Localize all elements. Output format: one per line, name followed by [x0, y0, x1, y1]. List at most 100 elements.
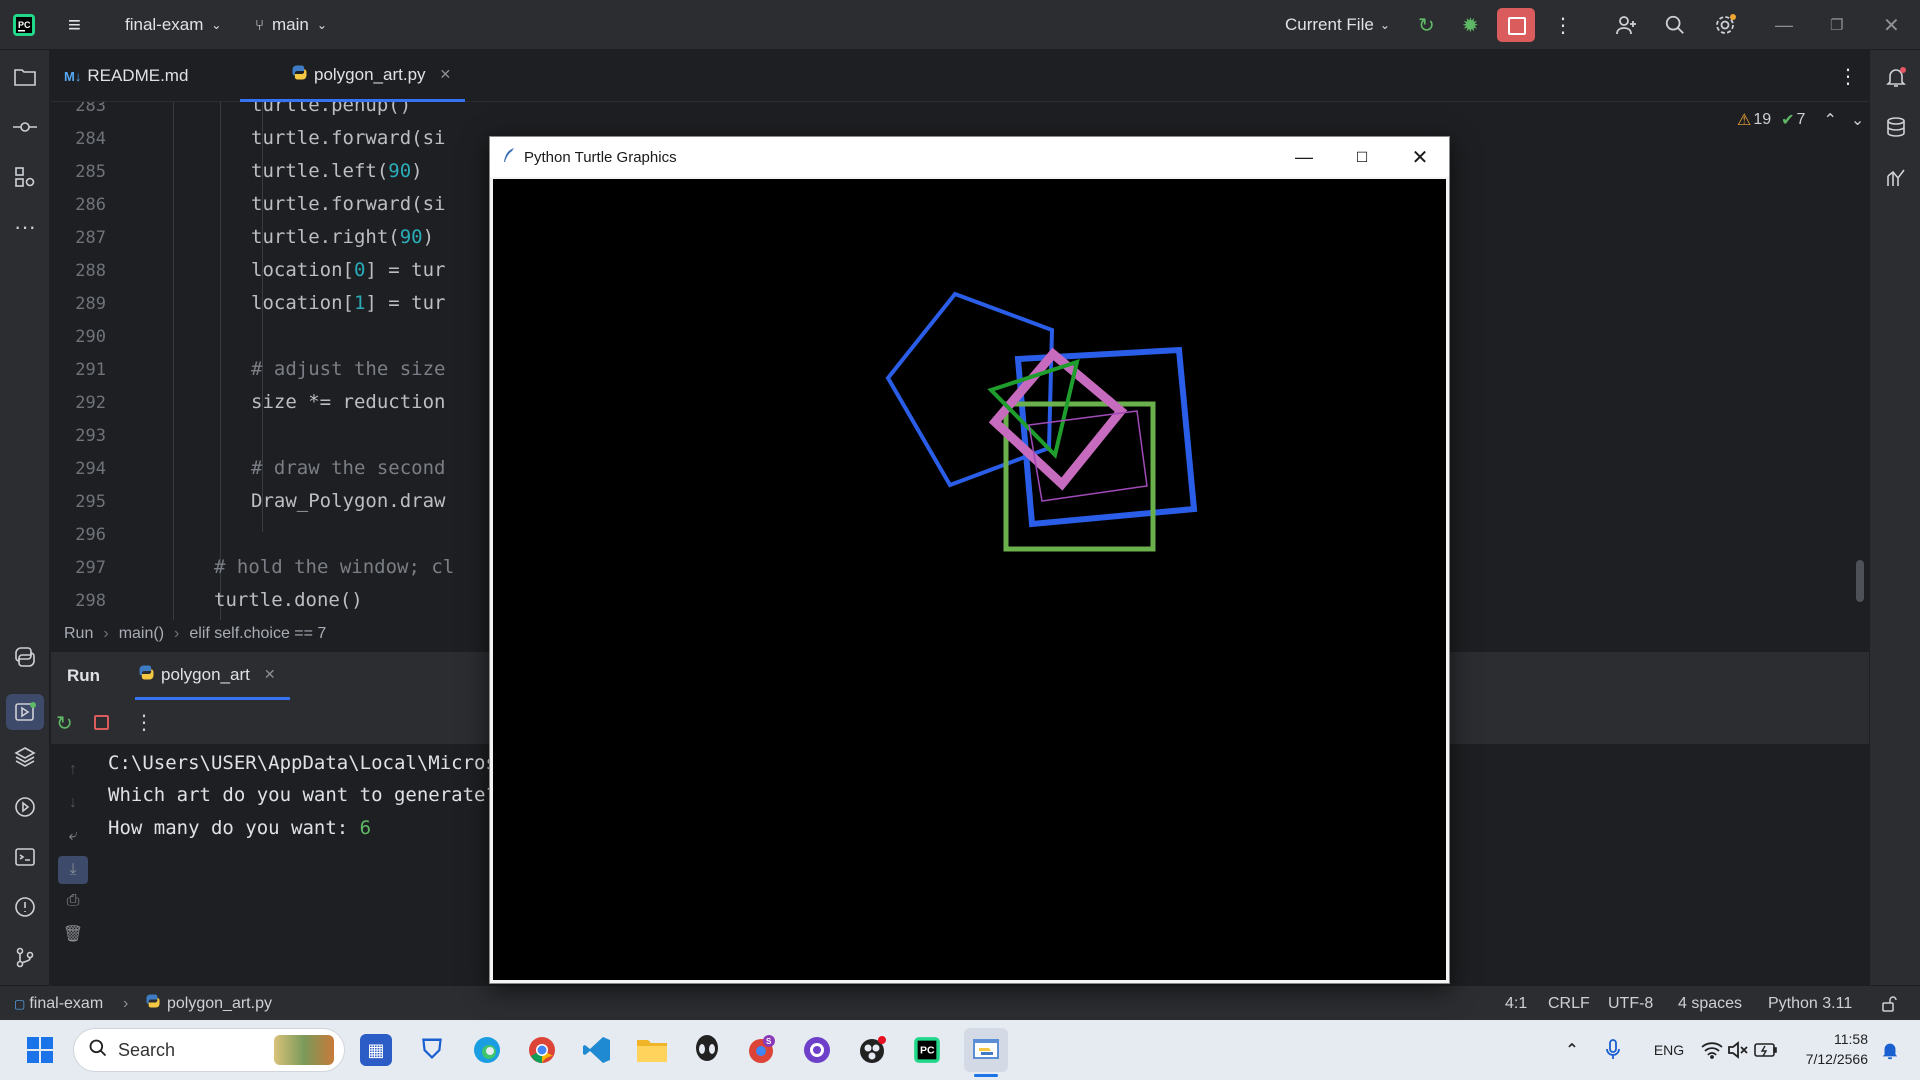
chrome-icon[interactable] — [526, 1034, 558, 1066]
chevron-down-icon[interactable]: ⌄ — [1851, 110, 1864, 130]
line-number[interactable]: 288 — [51, 261, 106, 281]
line-number[interactable]: 286 — [51, 195, 106, 215]
terminal-icon[interactable] — [13, 845, 37, 869]
branch-selector[interactable]: ⑂ main ⌄ — [255, 0, 327, 50]
rerun-icon[interactable]: ↻ — [1418, 0, 1435, 50]
minimize-icon[interactable]: — — [1275, 137, 1333, 177]
structure-icon[interactable] — [13, 165, 37, 189]
pycharm-taskbar-icon[interactable]: PC — [911, 1034, 943, 1066]
line-separator[interactable]: CRLF — [1548, 986, 1590, 1021]
trash-icon[interactable]: 🗑 — [62, 923, 84, 945]
project-folder-icon[interactable] — [13, 65, 37, 89]
close-icon[interactable]: ✕ — [1883, 0, 1900, 50]
sciview-icon[interactable] — [1884, 165, 1908, 189]
project-selector[interactable]: final-exam ⌄ — [125, 0, 221, 50]
add-user-icon[interactable] — [1614, 0, 1638, 50]
breadcrumb-item[interactable]: main() — [119, 625, 164, 643]
soft-wrap-icon[interactable]: ⤶ — [62, 825, 84, 847]
git-icon[interactable] — [13, 945, 37, 969]
main-menu-icon[interactable]: ≡ — [68, 0, 81, 50]
line-number[interactable]: 293 — [51, 426, 106, 446]
stop-icon[interactable] — [94, 715, 109, 730]
tab-readme[interactable]: M↓ README.md — [64, 50, 188, 102]
scroll-to-end-icon[interactable]: ⤓ — [58, 856, 88, 884]
python-turtle-taskbar-icon[interactable] — [964, 1028, 1008, 1072]
pycharm-logo-icon[interactable]: PC — [12, 0, 36, 50]
commit-icon[interactable] — [13, 115, 37, 139]
line-number[interactable]: 297 — [51, 558, 106, 578]
chevron-up-icon[interactable]: ⌃ — [1823, 110, 1836, 130]
more-tools-icon[interactable]: ··· — [13, 214, 37, 239]
line-number[interactable]: 283 — [51, 102, 106, 116]
arrow-down-icon[interactable]: ↓ — [62, 792, 84, 814]
line-number[interactable]: 295 — [51, 492, 106, 512]
maximize-icon[interactable]: ☐ — [1333, 137, 1391, 177]
tab-options-icon[interactable]: ⋮ — [1838, 50, 1858, 102]
line-number[interactable]: 290 — [51, 327, 106, 347]
line-number[interactable]: 291 — [51, 360, 106, 380]
indent-setting[interactable]: 4 spaces — [1678, 986, 1742, 1021]
line-number[interactable]: 287 — [51, 228, 106, 248]
turtle-graphics-window[interactable]: Python Turtle Graphics — ☐ ✕ — [489, 136, 1450, 984]
more-actions-icon[interactable]: ⋮ — [1553, 0, 1573, 50]
settings-gear-icon[interactable] — [1713, 0, 1737, 50]
caret-position[interactable]: 4:1 — [1505, 986, 1527, 1021]
minimize-icon[interactable]: — — [1775, 0, 1793, 50]
run-config-selector[interactable]: Current File ⌄ — [1285, 0, 1390, 50]
line-number[interactable]: 285 — [51, 162, 106, 182]
windows-security-icon[interactable]: ⛉ — [416, 1034, 448, 1066]
microsoft-store-icon[interactable]: ▦ — [360, 1034, 392, 1066]
search-icon[interactable] — [1664, 0, 1686, 50]
breadcrumb-item[interactable]: Run — [64, 625, 93, 643]
problems-icon[interactable] — [13, 895, 37, 919]
line-number[interactable]: 284 — [51, 129, 106, 149]
close-tab-icon[interactable]: ✕ — [264, 666, 276, 683]
file-encoding[interactable]: UTF-8 — [1608, 986, 1653, 1021]
chrome-profile-icon[interactable]: S — [746, 1034, 778, 1066]
line-number[interactable]: 296 — [51, 525, 106, 545]
input-language[interactable]: ENG — [1645, 1034, 1693, 1066]
microphone-icon[interactable] — [1597, 1034, 1629, 1066]
turtle-window-titlebar[interactable]: Python Turtle Graphics — ☐ ✕ — [490, 137, 1449, 177]
obs-icon[interactable] — [856, 1034, 888, 1066]
run-tab-polygon-art[interactable]: polygon_art ✕ — [135, 652, 290, 700]
chevron-up-icon[interactable]: ⌃ — [1556, 1034, 1588, 1066]
layers-icon[interactable] — [13, 745, 37, 769]
debug-icon[interactable]: ✹ — [1462, 0, 1479, 50]
stop-button[interactable] — [1497, 8, 1535, 42]
line-number[interactable]: 294 — [51, 459, 106, 479]
taskbar-search[interactable]: Search — [73, 1028, 345, 1072]
status-file[interactable]: polygon_art.py — [145, 986, 272, 1021]
line-number[interactable]: 298 — [51, 591, 106, 611]
close-icon[interactable]: ✕ — [1391, 137, 1449, 177]
inspection-widget[interactable]: ⚠ 19 ✔ 7 ⌃ ⌄ — [1737, 110, 1864, 130]
run-tool-icon[interactable] — [6, 694, 44, 730]
editor-scrollbar[interactable] — [1856, 560, 1864, 602]
clock[interactable]: 11:58 7/12/2566 — [1788, 1029, 1868, 1069]
breadcrumb-item[interactable]: elif self.choice == 7 — [189, 625, 326, 643]
file-explorer-icon[interactable] — [636, 1034, 668, 1066]
status-project[interactable]: ▢ final-exam — [14, 986, 103, 1021]
run-panel-title[interactable]: Run — [67, 666, 100, 686]
edge-browser-icon[interactable] — [471, 1034, 503, 1066]
arrow-up-icon[interactable]: ↑ — [62, 759, 84, 781]
services-icon[interactable] — [13, 795, 37, 819]
rerun-icon[interactable]: ↻ — [56, 711, 73, 736]
github-desktop-icon[interactable] — [801, 1034, 833, 1066]
lock-icon[interactable] — [1881, 986, 1897, 1021]
line-number[interactable]: 289 — [51, 294, 106, 314]
close-tab-icon[interactable]: ✕ — [440, 66, 452, 83]
notification-bell-icon[interactable] — [1874, 1034, 1906, 1066]
python-console-icon[interactable] — [13, 645, 37, 669]
more-actions-icon[interactable]: ⋮ — [134, 710, 154, 735]
notifications-icon[interactable] — [1884, 65, 1908, 89]
python-interpreter[interactable]: Python 3.11 — [1768, 986, 1852, 1021]
vscode-icon[interactable] — [581, 1034, 613, 1066]
tab-polygon-art[interactable]: polygon_art.py ✕ — [240, 50, 465, 102]
alienware-icon[interactable] — [691, 1034, 723, 1066]
restore-icon[interactable]: ❐ — [1830, 0, 1843, 50]
database-icon[interactable] — [1884, 115, 1908, 139]
line-number[interactable]: 292 — [51, 393, 106, 413]
windows-start-icon[interactable] — [24, 1034, 56, 1066]
battery-icon[interactable] — [1750, 1034, 1782, 1066]
